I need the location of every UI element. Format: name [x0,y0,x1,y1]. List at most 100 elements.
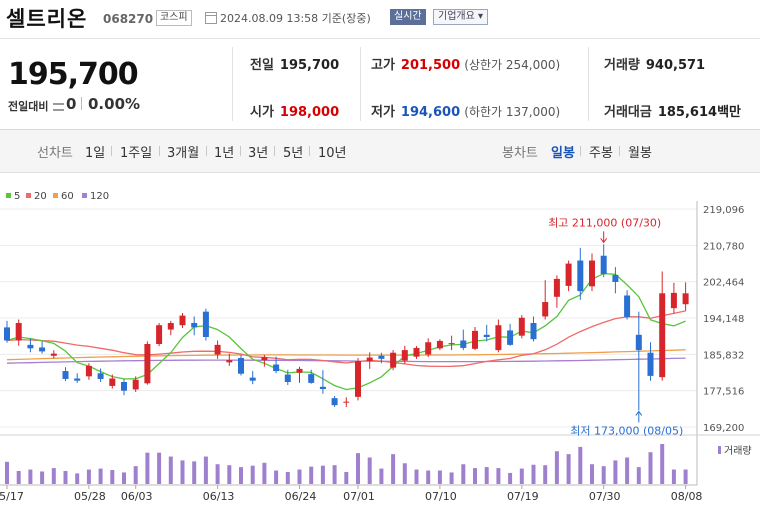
candle-body [343,401,350,403]
y-tick-label: 194,148 [703,314,744,325]
chart-toolbar: 선차트 1일 1주일 3개월 1년 3년 5년 10년 봉차트 일봉 주봉 월봉 [0,130,760,173]
volume-bar [367,457,372,484]
candle-daily[interactable]: 일봉 [551,142,575,161]
candle-body [495,325,502,351]
volume-bar [601,466,606,484]
price-summary: 195,700 전일대비 0 0.00% 전일 195,700 고가 201,500… [0,39,760,130]
candle-body [39,347,46,352]
candle-body [308,374,315,383]
volume-bar [519,468,524,484]
x-tick-label: 06/03 [121,490,153,503]
volume-label: 거래량 [724,445,752,457]
candle-body [284,374,291,382]
company-overview-button[interactable]: 기업개요 ▾ [433,9,488,25]
period-3m[interactable]: 3개월 [167,142,199,161]
candle-body [50,353,57,356]
low-arrow [635,410,643,423]
volume-bar [379,468,384,484]
volume-bar [40,471,45,484]
volume-bar [63,470,68,484]
x-tick-label: 07/10 [425,490,457,503]
volume-bar [461,464,466,484]
volume-legend-swatch [718,446,721,454]
volume-bar [625,457,630,484]
high-arrow [600,231,608,244]
timestamp: 2024.08.09 13:58 기준(장중) [220,12,371,25]
realtime-button[interactable]: 실시간 [390,9,426,25]
volume-bar [414,469,419,484]
candle-body [472,330,478,349]
volume-bar [473,468,477,484]
open-price: 시가 198,000 [250,105,340,120]
market-badge: 코스피 [156,10,192,26]
candle-body [191,323,198,328]
candle-body [401,350,408,361]
candle-body [214,344,221,355]
candle-body [355,361,361,397]
candle-body [62,371,69,379]
volume-bar [215,464,220,484]
candle-body [144,343,151,384]
divider [588,47,589,121]
period-10y[interactable]: 10년 [318,142,347,161]
period-3y[interactable]: 3년 [248,142,268,161]
candle-body [659,293,666,378]
volume-bar [531,464,536,484]
volume-bar [484,467,489,484]
volume-bar [508,472,513,484]
volume-bar [648,452,653,484]
line-chart-label: 선차트 [37,146,73,161]
candle-body [553,278,560,297]
y-tick-label: 202,464 [703,278,744,289]
period-1d[interactable]: 1일 [85,142,105,161]
volume-bar [344,471,349,484]
ma5-line [6,272,686,391]
candle-body [682,293,689,305]
candle-weekly[interactable]: 주봉 [589,142,613,161]
y-tick-label: 185,832 [703,350,744,361]
volume-bar [192,461,197,484]
period-5y[interactable]: 5년 [283,142,303,161]
x-tick-label: 06/24 [285,490,317,503]
volume-bar [250,465,255,484]
candle-body [319,386,326,389]
volume-bar [98,468,103,484]
current-price: 195,700 [8,57,139,92]
candle-body [238,357,244,374]
candle-body [27,344,34,349]
period-1w[interactable]: 1주일 [120,142,152,161]
volume-bar [122,472,126,484]
period-1y[interactable]: 1년 [214,142,234,161]
unchanged-icon [53,103,64,111]
candle-monthly[interactable]: 월봉 [628,142,652,161]
volume-bar [578,446,583,484]
candle-body [670,292,677,309]
candle-body [483,334,490,337]
y-tick-label: 219,096 [703,205,744,216]
candle-body [577,260,584,292]
volume-bar [297,469,302,484]
volume-bar [51,468,56,484]
candle-body [261,357,268,361]
volume-bar [402,463,407,484]
candle-body [179,315,186,326]
candle-body [15,323,22,341]
candle-body [97,373,104,379]
x-tick-label: 07/30 [589,490,621,503]
x-tick-label: 07/19 [507,490,539,503]
volume-bar [391,454,396,484]
volume-bar [683,469,688,484]
candle-body [366,357,373,362]
volume-bar [613,460,618,484]
candle-body [132,379,139,390]
volume-bar [75,473,80,484]
volume-bar [157,452,162,484]
volume-bar [86,469,91,484]
stock-chart[interactable]: 169,200 177,516 185,832 194,148 202,464 210,7… [0,190,760,510]
candle-body [156,325,163,344]
candle-body [507,330,514,345]
candle-body [85,365,92,377]
candle-chart-label: 봉차트 [502,146,538,161]
stock-header: 셀트리온 068270 코스피 2024.08.09 13:58 기준(장중) … [0,0,760,39]
y-tick-label: 169,200 [703,423,744,434]
